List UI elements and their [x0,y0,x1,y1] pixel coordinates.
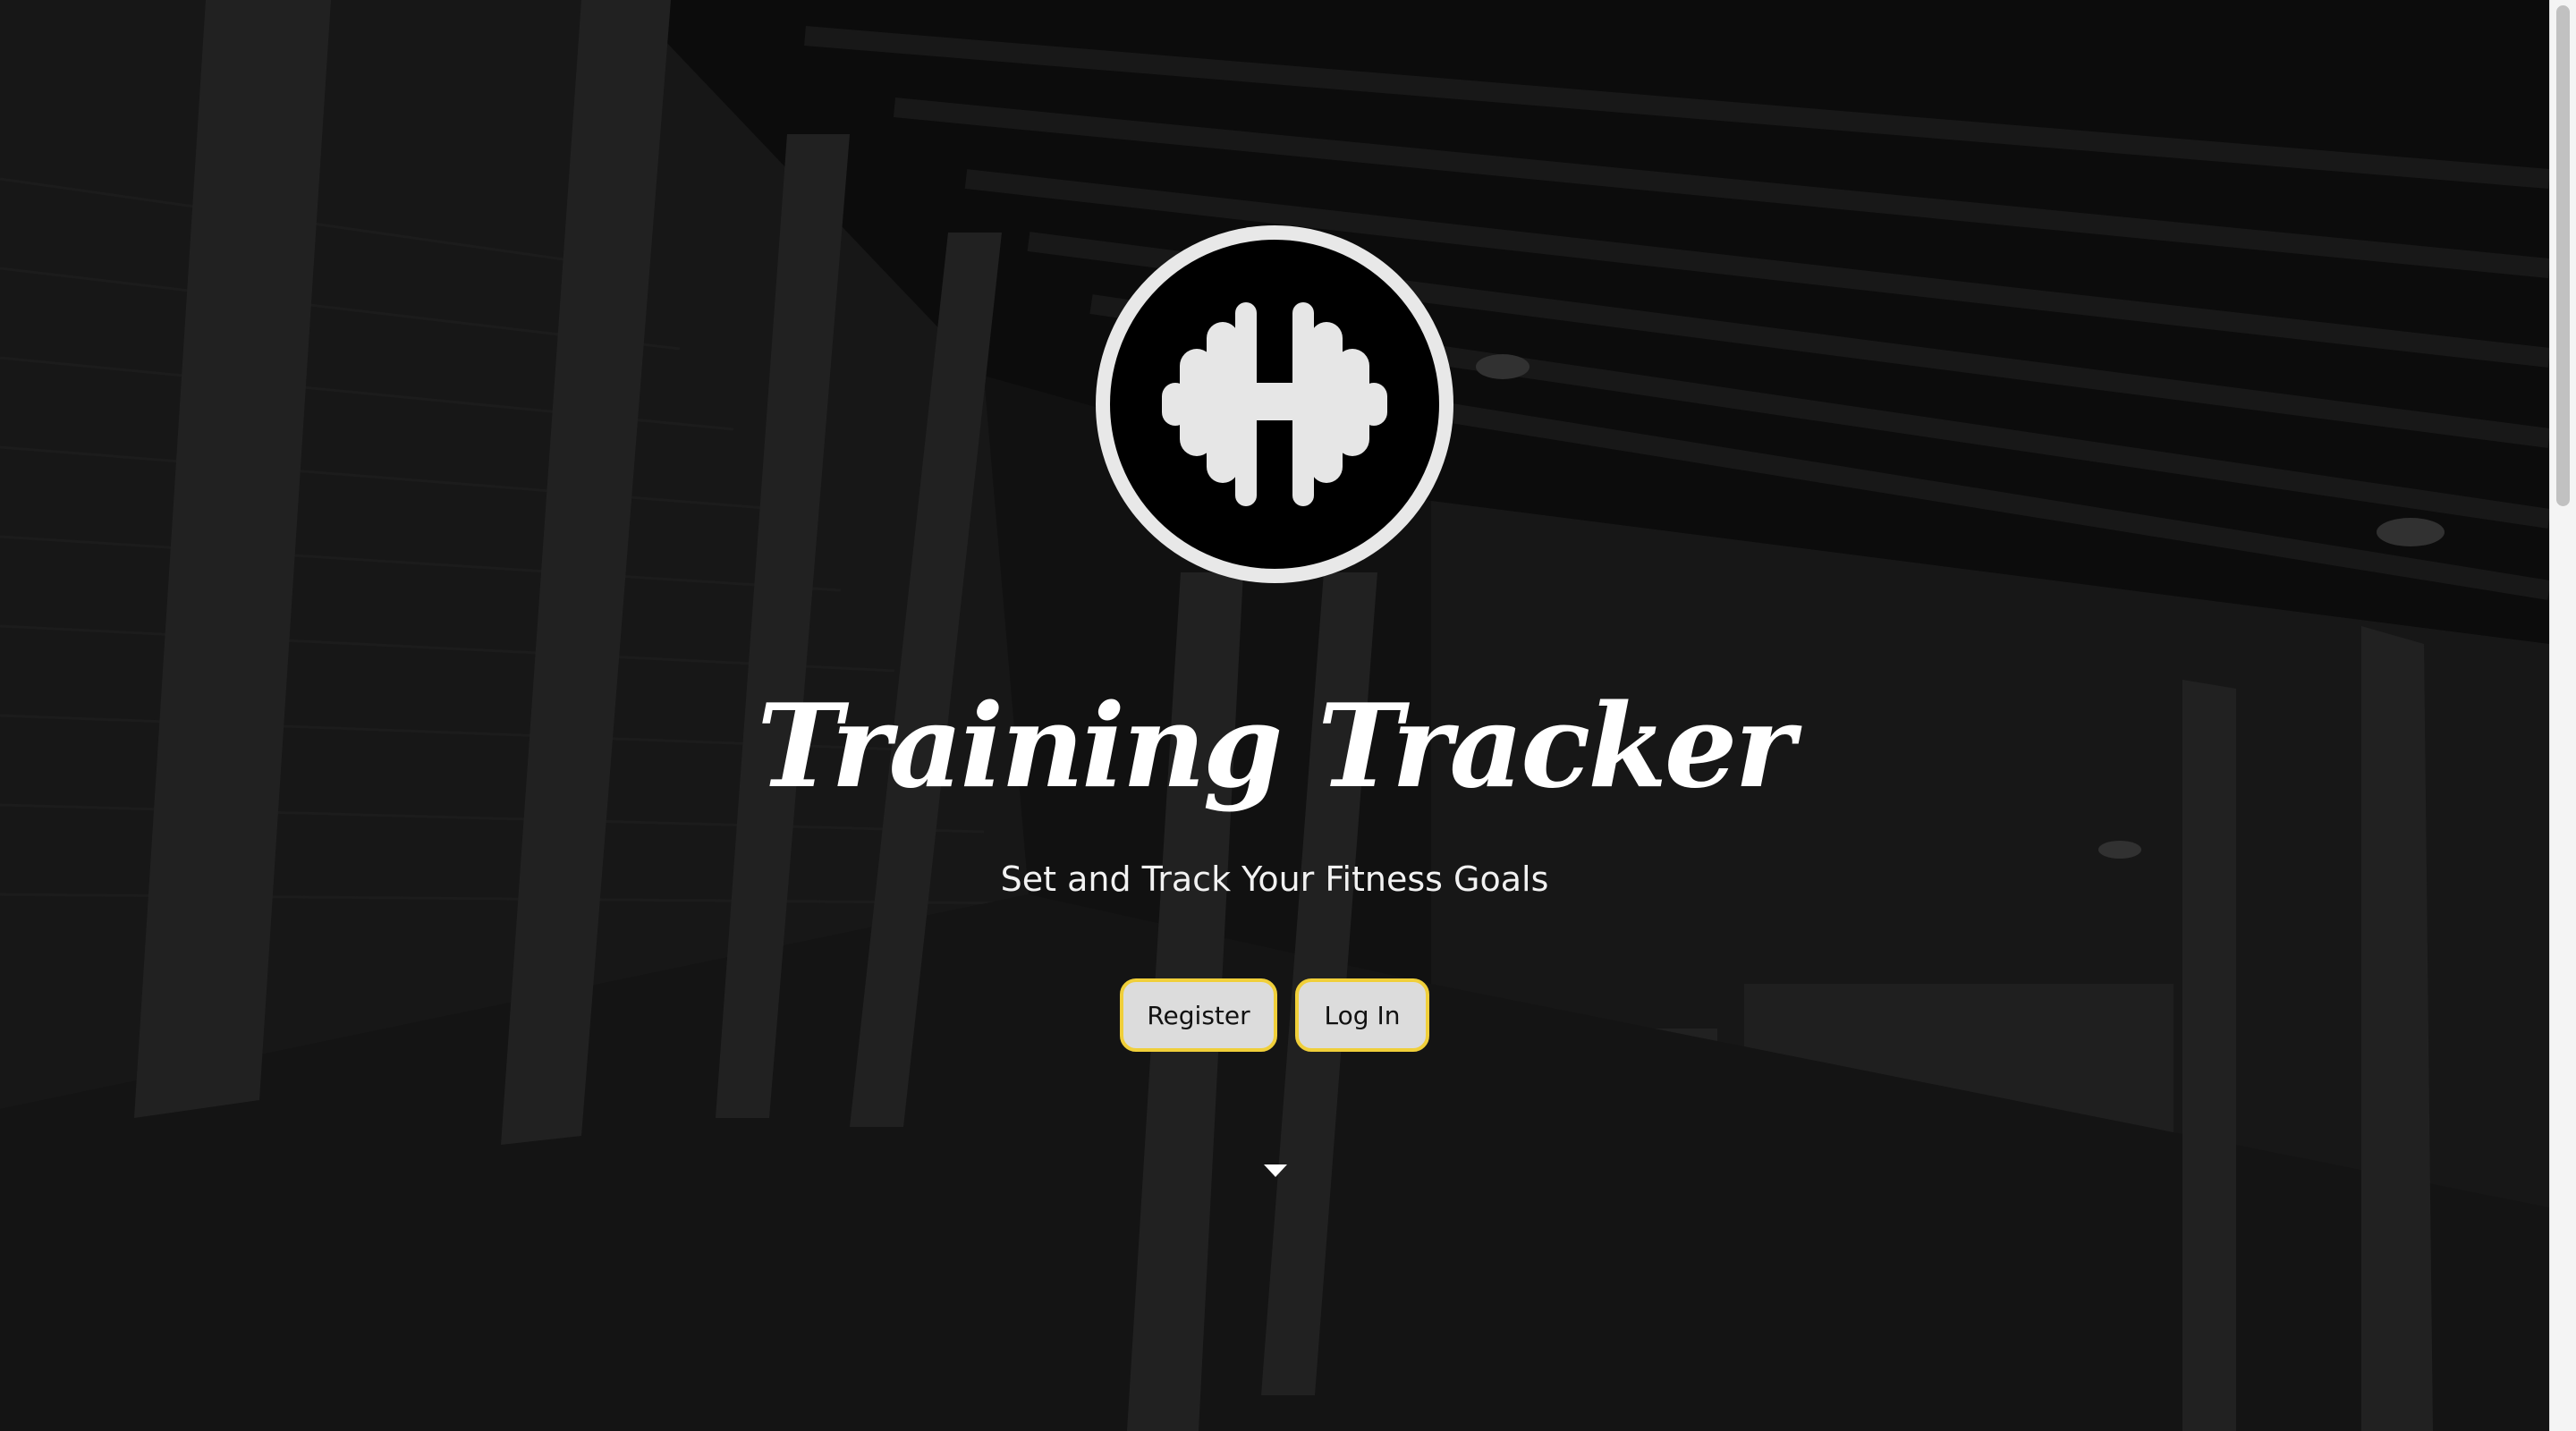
login-button[interactable]: Log In [1295,978,1429,1052]
dumbbell-icon [1162,302,1387,506]
page-title: Training Tracker [757,680,1795,814]
app-logo [1096,225,1453,583]
page-viewport: Training Tracker Set and Track Your Fitn… [0,0,2549,1431]
tagline: Set and Track Your Fitness Goals [1000,859,1549,899]
chevron-down-icon[interactable] [1264,1164,1287,1177]
scrollbar-thumb[interactable] [2556,5,2570,506]
vertical-scrollbar[interactable] [2549,0,2576,1431]
register-button[interactable]: Register [1120,978,1277,1052]
hero-section: Training Tracker Set and Track Your Fitn… [0,0,2549,1431]
